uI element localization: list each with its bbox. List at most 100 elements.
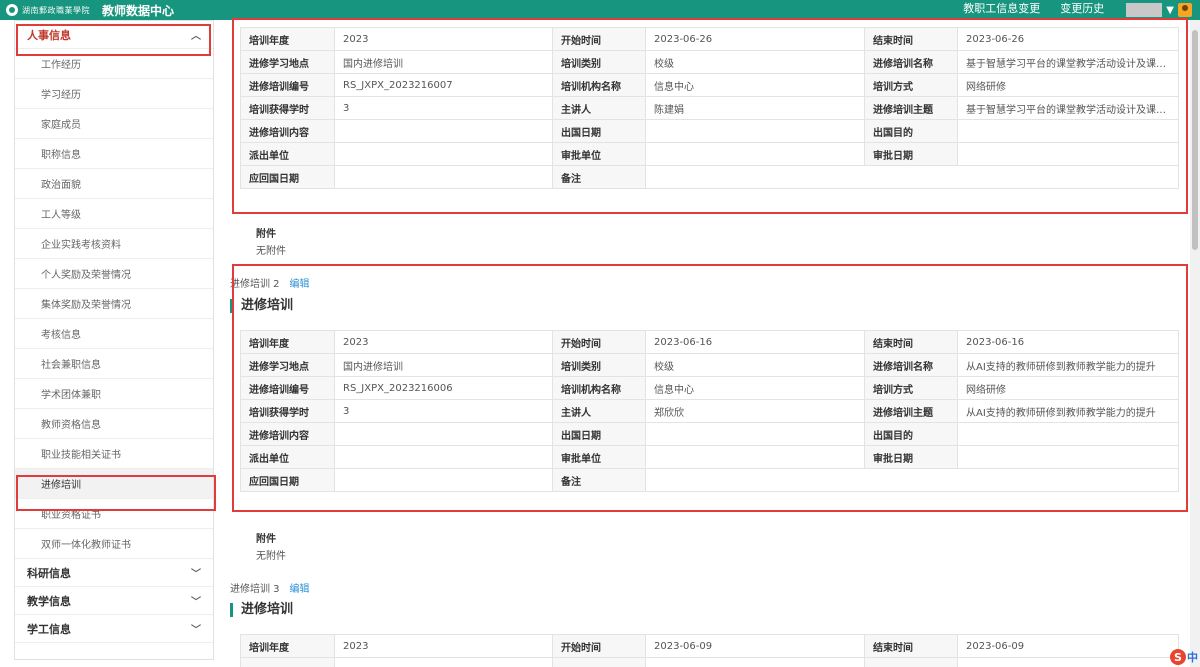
- sidebar-item-professional-certificates[interactable]: 职业资格证书: [15, 499, 213, 529]
- sidebar-group-student-affairs[interactable]: 学工信息 ﹀: [15, 615, 213, 643]
- sidebar-group-personnel[interactable]: 人事信息 ︿: [15, 21, 213, 49]
- value-exit-date: [645, 119, 865, 143]
- table-cell: [645, 657, 865, 667]
- label-year: 培训年度: [240, 634, 335, 658]
- user-name-box[interactable]: [1126, 3, 1163, 17]
- sidebar-item-education-history[interactable]: 学习经历: [15, 79, 213, 109]
- label-approve-unit: 审批单位: [552, 445, 646, 469]
- tab-info-change[interactable]: 教职工信息变更: [953, 0, 1051, 20]
- main-scrollbar[interactable]: [1190, 20, 1200, 667]
- value-code: RS_JXPX_2023216007: [334, 73, 553, 97]
- sidebar-group-teaching[interactable]: 教学信息 ﹀: [15, 587, 213, 615]
- record-sub-label: 进修培训 3: [230, 584, 280, 595]
- value-year: 2023: [334, 634, 553, 658]
- value-place: 国内进修培训: [334, 50, 553, 74]
- tab-change-history[interactable]: 变更历史: [1050, 0, 1114, 20]
- table-row: 培训获得学时 3 主讲人 郑欣欣 进修培训主题 从AI支持的教师研修到教师教学能…: [240, 399, 1179, 423]
- value-exit-date: [645, 422, 865, 446]
- value-year: 2023: [334, 330, 553, 354]
- table-cell: [957, 657, 1179, 667]
- app-title: 教师数据中心: [102, 3, 175, 18]
- value-method: 网络研修: [957, 73, 1179, 97]
- table-row: 培训年度 2023 开始时间 2023-06-26 结束时间 2023-06-2…: [240, 27, 1179, 51]
- sidebar-item-dual-teacher-certificates[interactable]: 双师一体化教师证书: [15, 529, 213, 559]
- value-approve-date: [957, 142, 1179, 166]
- training-record-table: 培训年度 2023 开始时间 2023-06-26 结束时间 2023-06-2…: [240, 27, 1179, 189]
- chevron-up-icon: ︿: [191, 31, 201, 42]
- ime-indicator[interactable]: S 中: [1170, 649, 1198, 665]
- attachment-value: 无附件: [256, 246, 286, 257]
- label-end: 结束时间: [864, 27, 958, 51]
- sidebar-item-collective-awards[interactable]: 集体奖励及荣誉情况: [15, 289, 213, 319]
- attachment-title: 附件: [256, 229, 276, 240]
- value-dispatch-unit: [334, 445, 553, 469]
- value-hours: 3: [334, 399, 553, 423]
- sidebar-item-title-info[interactable]: 职称信息: [15, 139, 213, 169]
- label-approve-date: 审批日期: [864, 142, 958, 166]
- label-content: 进修培训内容: [240, 422, 335, 446]
- value-remark: [645, 468, 1179, 492]
- table-cell: [552, 657, 646, 667]
- value-lecturer: 郑欣欣: [645, 399, 865, 423]
- label-year: 培训年度: [240, 27, 335, 51]
- sidebar-item-political-status[interactable]: 政治面貌: [15, 169, 213, 199]
- sidebar-item-academic-groups[interactable]: 学术团体兼职: [15, 379, 213, 409]
- label-return-date: 应回国日期: [240, 165, 335, 189]
- attachment-title: 附件: [256, 534, 276, 545]
- label-approve-date: 审批日期: [864, 445, 958, 469]
- value-content: [334, 119, 553, 143]
- scrollbar-thumb[interactable]: [1192, 30, 1198, 250]
- sidebar-item-personal-awards[interactable]: 个人奖励及荣誉情况: [15, 259, 213, 289]
- label-name: 进修培训名称: [864, 353, 958, 377]
- sidebar-item-vocational-certificates[interactable]: 职业技能相关证书: [15, 439, 213, 469]
- table-row: 进修学习地点 国内进修培训 培训类别 校级 进修培训名称 从AI支持的教师研修到…: [240, 353, 1179, 377]
- value-topic: 从AI支持的教师研修到教师教学能力的提升: [957, 399, 1179, 423]
- sidebar-item-teacher-qualification[interactable]: 教师资格信息: [15, 409, 213, 439]
- value-method: 网络研修: [957, 376, 1179, 400]
- label-hours: 培训获得学时: [240, 96, 335, 120]
- label-year: 培训年度: [240, 330, 335, 354]
- table-row: 派出单位 审批单位 审批日期: [240, 445, 1179, 469]
- table-row: 进修学习地点 国内进修培训 培训类别 校级 进修培训名称 基于智慧学习平台的课堂…: [240, 50, 1179, 74]
- sidebar-item-training[interactable]: 进修培训: [15, 469, 213, 499]
- label-org: 培训机构名称: [552, 73, 646, 97]
- value-category: 校级: [645, 353, 865, 377]
- label-name: 进修培训名称: [864, 50, 958, 74]
- value-exit-purpose: [957, 119, 1179, 143]
- label-category: 培训类别: [552, 353, 646, 377]
- sidebar-item-work-history[interactable]: 工作经历: [15, 49, 213, 79]
- table-row: 应回国日期 备注: [240, 165, 1179, 189]
- table-cell: [334, 657, 553, 667]
- attachment-value: 无附件: [256, 551, 286, 562]
- training-record-table: 培训年度 2023 开始时间 2023-06-09 结束时间 2023-06-0…: [240, 634, 1179, 667]
- table-row: 应回国日期 备注: [240, 468, 1179, 492]
- edit-link[interactable]: 编辑: [290, 279, 310, 290]
- avatar[interactable]: [1178, 3, 1192, 17]
- label-method: 培训方式: [864, 376, 958, 400]
- label-exit-date: 出国日期: [552, 422, 646, 446]
- label-return-date: 应回国日期: [240, 468, 335, 492]
- sidebar-item-worker-grade[interactable]: 工人等级: [15, 199, 213, 229]
- value-dispatch-unit: [334, 142, 553, 166]
- label-exit-purpose: 出国目的: [864, 119, 958, 143]
- record-header: 进修培训 2 编辑: [230, 275, 310, 290]
- table-row: 进修培训内容 出国日期 出国目的: [240, 119, 1179, 143]
- edit-link[interactable]: 编辑: [290, 584, 310, 595]
- table-row: 派出单位 审批单位 审批日期: [240, 142, 1179, 166]
- label-dispatch-unit: 派出单位: [240, 445, 335, 469]
- value-start: 2023-06-16: [645, 330, 865, 354]
- value-remark: [645, 165, 1179, 189]
- sidebar-item-assessment[interactable]: 考核信息: [15, 319, 213, 349]
- sidebar-item-social-positions[interactable]: 社会兼职信息: [15, 349, 213, 379]
- sidebar-group-research[interactable]: 科研信息 ﹀: [15, 559, 213, 587]
- chevron-down-icon: ﹀: [191, 625, 201, 636]
- label-topic: 进修培训主题: [864, 96, 958, 120]
- sidebar-item-family-members[interactable]: 家庭成员: [15, 109, 213, 139]
- value-end: 2023-06-16: [957, 330, 1179, 354]
- user-menu-caret-icon[interactable]: ▼: [1166, 5, 1174, 16]
- sidebar-item-enterprise-practice[interactable]: 企业实践考核资料: [15, 229, 213, 259]
- value-approve-unit: [645, 142, 865, 166]
- label-lecturer: 主讲人: [552, 399, 646, 423]
- sidebar-group-label: 人事信息: [27, 28, 71, 42]
- value-return-date: [334, 468, 553, 492]
